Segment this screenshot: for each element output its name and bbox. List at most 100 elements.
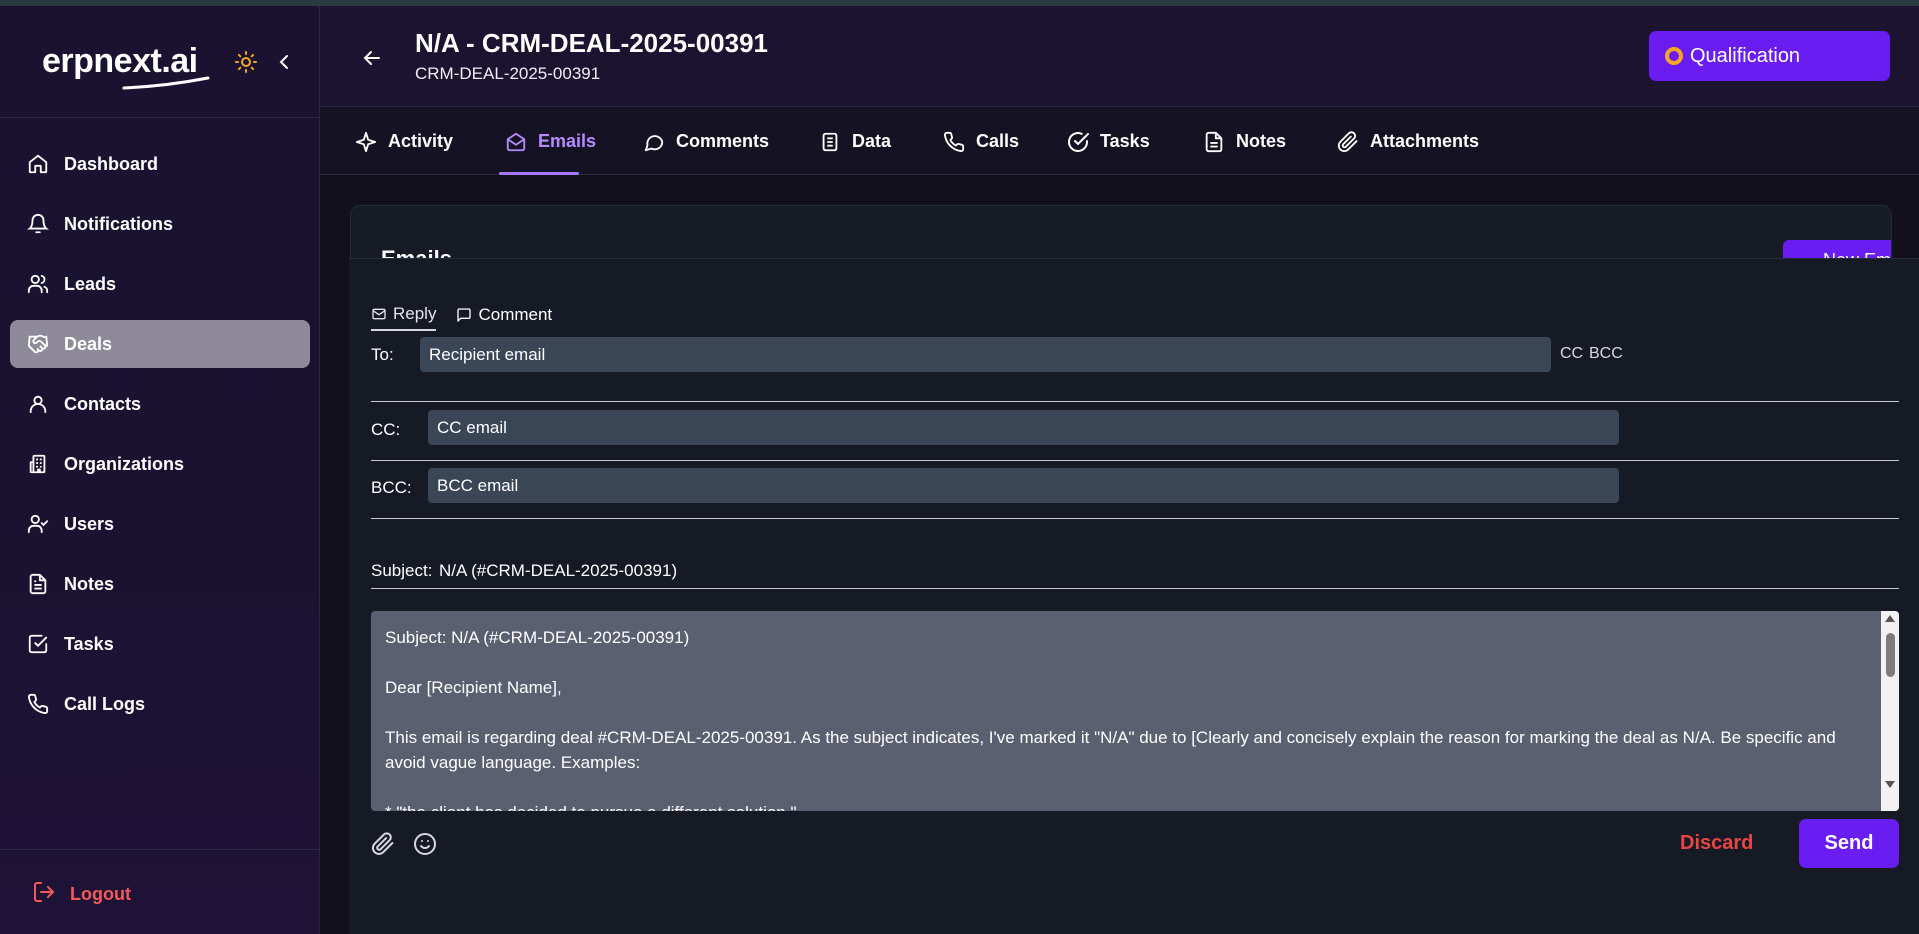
sidebar-divider — [0, 117, 320, 118]
to-field-row: To: Recipient email CC BCC — [371, 337, 1899, 402]
sidebar-item-label: Deals — [64, 333, 113, 354]
email-composer: Reply Comment To: Recipient email CC BCC… — [349, 258, 1919, 934]
sidebar-item-label: Notifications — [64, 213, 174, 234]
scroll-down-arrow-icon[interactable] — [1885, 781, 1895, 788]
subject-row[interactable]: Subject: N/A (#CRM-DEAL-2025-00391) — [371, 553, 1899, 589]
sidebar-item-notes[interactable]: Notes — [10, 560, 310, 608]
message-icon — [642, 130, 666, 154]
discard-button[interactable]: Discard — [1680, 832, 1753, 855]
sidebar-item-label: Leads — [64, 273, 117, 294]
body-line: * "the client has decided to pursue a di… — [385, 800, 1865, 811]
tab-label: Tasks — [1100, 131, 1150, 151]
deal-tabs: Activity Emails Comments Data Calls Task… — [320, 108, 1919, 175]
bcc-input[interactable]: BCC email — [428, 468, 1619, 503]
sidebar-item-label: Notes — [64, 573, 115, 594]
paperclip-icon[interactable] — [371, 832, 397, 858]
tab-comment[interactable]: Comment — [456, 299, 552, 331]
subject-label: Subject: — [371, 561, 433, 580]
chevron-left-icon[interactable] — [272, 50, 296, 76]
bell-icon — [26, 212, 50, 236]
to-input[interactable]: Recipient email — [420, 337, 1551, 372]
editor-scrollbar[interactable] — [1881, 611, 1899, 811]
cc-input[interactable]: CC email — [428, 410, 1619, 445]
tab-emails[interactable]: Emails — [504, 108, 596, 175]
brand-swoosh-icon — [122, 76, 210, 90]
tab-activity[interactable]: Activity — [354, 108, 453, 175]
tab-reply[interactable]: Reply — [371, 299, 437, 331]
stage-status-dot-icon — [1665, 47, 1683, 65]
subject-input[interactable]: N/A (#CRM-DEAL-2025-00391) — [439, 561, 677, 581]
sidebar: erpnext.ai Dashboard Notifications Leads… — [0, 6, 320, 934]
phone-icon — [26, 692, 50, 716]
tab-label: Data — [852, 131, 892, 151]
tab-calls[interactable]: Calls — [942, 108, 1019, 175]
sidebar-item-leads[interactable]: Leads — [10, 260, 310, 308]
brand-name: erpnext.ai — [42, 42, 198, 80]
building-icon — [26, 452, 50, 476]
users-icon — [26, 272, 50, 296]
sidebar-item-organizations[interactable]: Organizations — [10, 440, 310, 488]
deal-stage-dropdown[interactable]: Qualification — [1649, 31, 1890, 81]
handshake-icon — [26, 332, 50, 356]
smile-icon[interactable] — [413, 832, 439, 858]
user-icon — [26, 392, 50, 416]
cc-field-row: CC: CC email — [371, 402, 1899, 461]
brand-logo[interactable]: erpnext.ai — [42, 42, 210, 92]
clipboard-icon — [818, 130, 842, 154]
sidebar-item-notifications[interactable]: Notifications — [10, 200, 310, 248]
sidebar-item-users[interactable]: Users — [10, 500, 310, 548]
sidebar-item-label: Call Logs — [64, 693, 146, 714]
tab-label: Attachments — [1370, 131, 1480, 151]
sidebar-item-tasks[interactable]: Tasks — [10, 620, 310, 668]
send-label: Send — [1824, 832, 1874, 854]
sidebar-item-call-logs[interactable]: Call Logs — [10, 680, 310, 728]
sidebar-divider — [0, 849, 320, 850]
sidebar-item-contacts[interactable]: Contacts — [10, 380, 310, 428]
mail-icon — [372, 308, 386, 320]
user-check-icon — [26, 512, 50, 536]
sidebar-item-dashboard[interactable]: Dashboard — [10, 140, 310, 188]
tab-label: Calls — [976, 131, 1020, 151]
email-body-editor[interactable]: Subject: N/A (#CRM-DEAL-2025-00391) Dear… — [371, 611, 1899, 811]
sparkle-icon — [354, 130, 378, 154]
page-title: N/A - CRM-DEAL-2025-00391 — [415, 28, 769, 58]
tab-comments[interactable]: Comments — [642, 108, 769, 175]
paperclip-icon — [1336, 130, 1360, 154]
email-body-text: Subject: N/A (#CRM-DEAL-2025-00391) Dear… — [385, 625, 1865, 811]
sidebar-item-label: Dashboard — [64, 153, 159, 174]
scrollbar-thumb[interactable] — [1886, 633, 1895, 677]
arrow-left-icon[interactable] — [360, 46, 384, 70]
message-square-icon — [457, 308, 472, 322]
tab-label: Emails — [538, 131, 597, 151]
tab-notes[interactable]: Notes — [1202, 108, 1286, 175]
phone-icon — [942, 130, 966, 154]
sidebar-item-deals[interactable]: Deals — [10, 320, 310, 368]
tab-data[interactable]: Data — [818, 108, 891, 175]
logout-button[interactable]: Logout — [32, 880, 131, 909]
tab-label: Reply — [393, 304, 437, 323]
stage-label: Qualification — [1690, 44, 1801, 67]
tab-label: Comments — [676, 131, 770, 151]
tab-label: Notes — [1236, 131, 1287, 151]
file-text-icon — [1202, 130, 1226, 154]
body-line: This email is regarding deal #CRM-DEAL-2… — [385, 728, 1836, 772]
sidebar-item-label: Contacts — [64, 393, 142, 414]
tab-tasks[interactable]: Tasks — [1066, 108, 1150, 175]
composer-tabs: Reply Comment — [371, 299, 572, 333]
bcc-label: BCC: — [371, 478, 412, 497]
scroll-up-arrow-icon[interactable] — [1885, 615, 1895, 622]
page-subtitle: CRM-DEAL-2025-00391 — [415, 64, 601, 83]
sidebar-item-label: Users — [64, 513, 115, 534]
home-icon — [26, 152, 50, 176]
cc-toggle-link[interactable]: CC — [1560, 345, 1583, 363]
mail-open-icon — [504, 130, 528, 154]
file-text-icon — [26, 572, 50, 596]
bcc-field-row: BCC: BCC email — [371, 461, 1899, 519]
logout-label: Logout — [70, 884, 131, 904]
logout-icon — [32, 880, 56, 909]
send-button[interactable]: Send — [1799, 819, 1899, 868]
bcc-toggle-link[interactable]: BCC — [1589, 345, 1623, 363]
tab-attachments[interactable]: Attachments — [1336, 108, 1479, 175]
to-label: To: — [371, 345, 394, 364]
sun-icon[interactable] — [234, 50, 260, 76]
